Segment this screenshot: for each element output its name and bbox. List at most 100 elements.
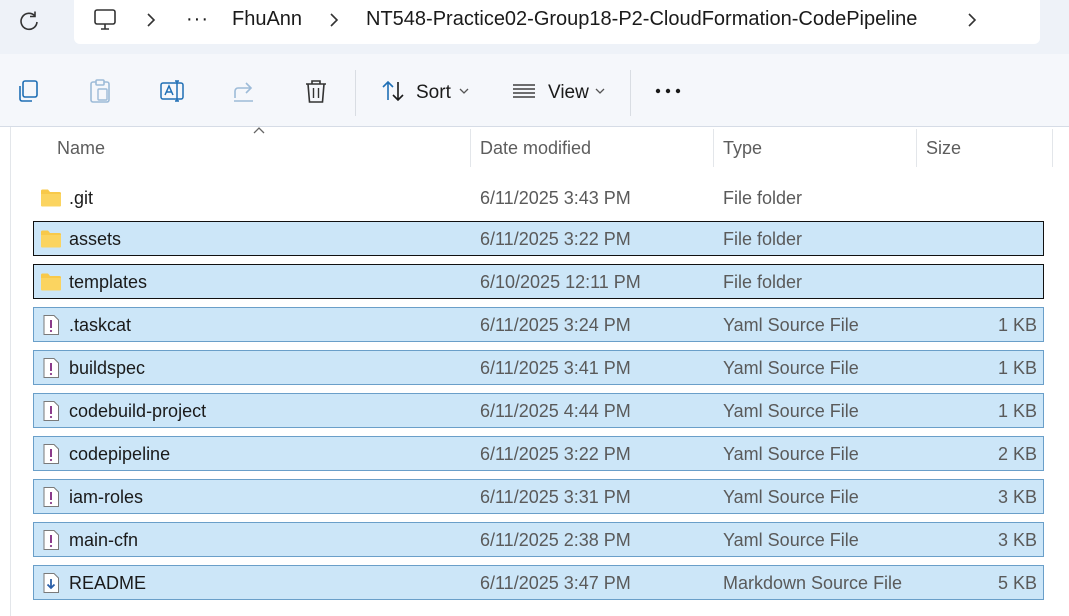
file-name: templates: [69, 272, 148, 292]
sort-icon: [382, 80, 404, 102]
file-size: 2 KB: [997, 444, 1037, 464]
sort-label[interactable]: Sort: [416, 82, 451, 104]
file-name: main-cfn: [69, 530, 139, 550]
file-type: Yaml Source File: [723, 530, 859, 550]
file-date-modified: 6/11/2025 3:43 PM: [480, 188, 631, 208]
file-name: .taskcat: [69, 315, 132, 335]
breadcrumb-separator[interactable]: [965, 10, 979, 30]
view-button[interactable]: [510, 77, 538, 105]
file-type: Yaml Source File: [723, 315, 859, 335]
copy-icon: [19, 80, 38, 102]
file-type: Yaml Source File: [723, 444, 859, 464]
sort-ascending-icon: [253, 127, 265, 134]
file-size: 1 KB: [997, 401, 1037, 421]
file-row[interactable]: codebuild-project 6/11/2025 4:44 PM Yaml S…: [33, 393, 1044, 428]
chevron-right-icon: [330, 13, 339, 27]
file-name: iam-roles: [69, 487, 144, 507]
file-row[interactable]: .git 6/11/2025 3:43 PM File folder: [33, 180, 1044, 215]
column-header-type[interactable]: Type: [723, 138, 762, 159]
file-name: .git: [69, 188, 94, 208]
breadcrumb-item-current-folder[interactable]: NT548-Practice02-Group18-P2-CloudFormati…: [366, 8, 917, 31]
file-name: README: [69, 573, 147, 593]
file-size: 3 KB: [997, 530, 1037, 550]
file-date-modified: 6/11/2025 3:47 PM: [480, 573, 631, 593]
rename-button[interactable]: [158, 77, 186, 105]
view-label[interactable]: View: [548, 82, 589, 104]
yaml-file-icon: [40, 314, 62, 336]
folder-icon: [40, 187, 62, 209]
yaml-file-icon: [40, 400, 62, 422]
breadcrumb-separator[interactable]: [144, 10, 158, 30]
file-type: Yaml Source File: [723, 358, 859, 378]
file-date-modified: 6/11/2025 4:44 PM: [480, 401, 631, 421]
file-date-modified: 6/11/2025 3:22 PM: [480, 444, 631, 464]
file-type: File folder: [723, 188, 803, 208]
file-date-modified: 6/11/2025 3:41 PM: [480, 358, 631, 378]
file-type: Markdown Source File: [723, 573, 903, 593]
this-pc-button[interactable]: [92, 8, 118, 32]
file-date-modified: 6/10/2025 12:11 PM: [480, 272, 641, 292]
file-name: codebuild-project: [69, 401, 207, 421]
file-row[interactable]: README 6/11/2025 3:47 PM Markdown Source F…: [33, 565, 1044, 600]
see-more-button[interactable]: [654, 77, 682, 105]
column-header-name[interactable]: Name: [57, 138, 105, 159]
delete-button[interactable]: [302, 77, 330, 105]
file-name: codepipeline: [69, 444, 171, 464]
chevron-down-icon: [459, 88, 469, 94]
chevron-right-icon: [147, 13, 156, 27]
navigation-pane-edge: [0, 127, 11, 616]
file-date-modified: 6/11/2025 2:38 PM: [480, 530, 631, 550]
paste-button[interactable]: [86, 77, 114, 105]
toolbar-divider: [630, 70, 631, 116]
column-divider[interactable]: [1052, 129, 1053, 167]
breadcrumb[interactable]: ··· FhuAnn NT548-Practice02-Group18-P2-C…: [74, 0, 1040, 44]
column-divider[interactable]: [713, 129, 714, 167]
file-type: File folder: [723, 272, 803, 292]
file-row[interactable]: codepipeline 6/11/2025 3:22 PM Yaml Source…: [33, 436, 1044, 471]
file-row[interactable]: main-cfn 6/11/2025 2:38 PM Yaml Source Fil…: [33, 522, 1044, 557]
file-name: buildspec: [69, 358, 146, 378]
address-bar-area: ··· FhuAnn NT548-Practice02-Group18-P2-C…: [0, 0, 1069, 54]
chevron-right-icon: [968, 13, 977, 27]
file-row[interactable]: assets 6/11/2025 3:22 PM File folder: [33, 221, 1044, 256]
markdown-file-icon: [40, 572, 62, 594]
file-date-modified: 6/11/2025 3:22 PM: [480, 229, 631, 249]
file-row[interactable]: buildspec 6/11/2025 3:41 PM Yaml Source Fi…: [33, 350, 1044, 385]
file-row[interactable]: .taskcat 6/11/2025 3:24 PM Yaml Source Fil…: [33, 307, 1044, 342]
paste-icon: [90, 79, 110, 103]
column-header-size[interactable]: Size: [926, 138, 961, 159]
share-icon: [234, 82, 253, 102]
column-header-date-modified[interactable]: Date modified: [480, 138, 591, 159]
folder-icon: [40, 271, 62, 293]
column-divider[interactable]: [470, 129, 471, 167]
refresh-icon: [20, 11, 38, 31]
refresh-button[interactable]: [14, 6, 44, 36]
file-size: 1 KB: [997, 358, 1037, 378]
file-row[interactable]: templates 6/10/2025 12:11 PM File folder: [33, 264, 1044, 299]
trash-icon: [306, 80, 326, 103]
copy-button[interactable]: [14, 77, 42, 105]
breadcrumb-overflow[interactable]: ···: [186, 8, 209, 31]
share-button[interactable]: [230, 77, 258, 105]
file-date-modified: 6/11/2025 3:24 PM: [480, 315, 631, 335]
column-divider[interactable]: [916, 129, 917, 167]
file-type: File folder: [723, 229, 803, 249]
file-date-modified: 6/11/2025 3:31 PM: [480, 487, 631, 507]
view-list-icon: [513, 84, 535, 98]
file-row[interactable]: iam-roles 6/11/2025 3:31 PM Yaml Source Fi…: [33, 479, 1044, 514]
folder-icon: [40, 228, 62, 250]
chevron-down-icon: [595, 88, 605, 94]
sort-button[interactable]: [379, 77, 407, 105]
file-size: 1 KB: [997, 315, 1037, 335]
yaml-file-icon: [40, 357, 62, 379]
breadcrumb-item-fhuann[interactable]: FhuAnn: [232, 8, 302, 31]
yaml-file-icon: [40, 486, 62, 508]
file-type: Yaml Source File: [723, 401, 859, 421]
more-options-icon: [655, 88, 681, 94]
command-bar: Sort View: [0, 54, 1069, 127]
monitor-icon: [94, 9, 116, 30]
rename-icon: [160, 80, 184, 102]
file-name: assets: [69, 229, 122, 249]
breadcrumb-separator[interactable]: [327, 10, 341, 30]
file-type: Yaml Source File: [723, 487, 859, 507]
